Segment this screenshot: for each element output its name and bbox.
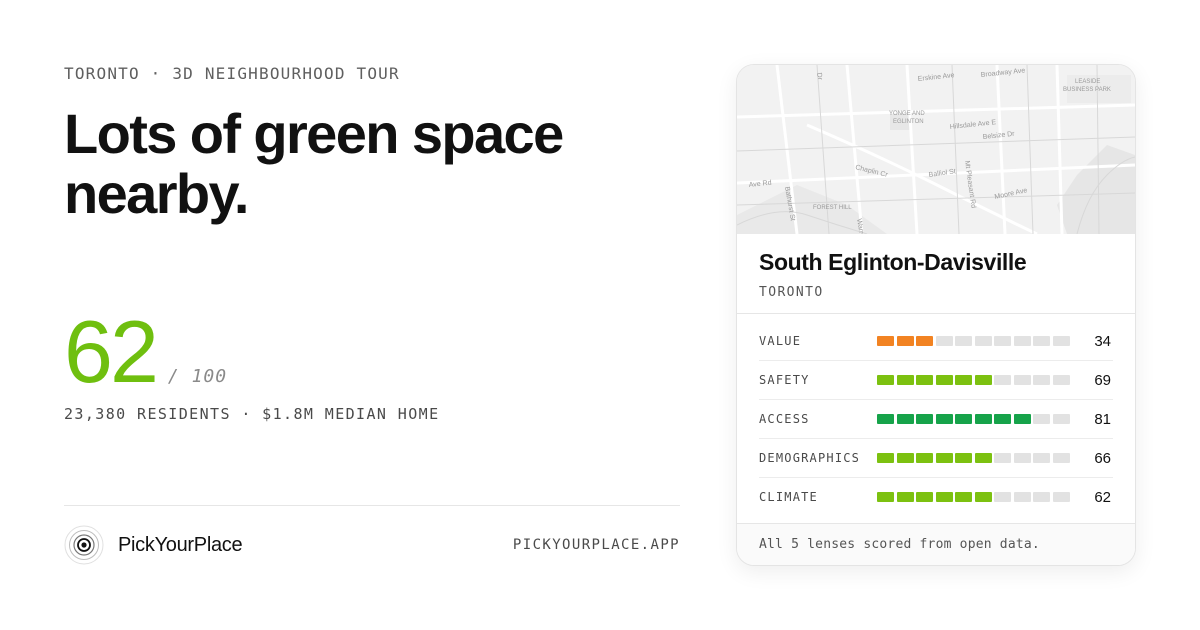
lens-bar-segment-empty <box>1013 336 1031 346</box>
divider <box>64 505 680 506</box>
map-label: FOREST HILL <box>813 205 852 211</box>
lens-bar-segment-filled <box>877 453 894 463</box>
lens-bar-segment-empty <box>1052 453 1070 463</box>
lens-bar-segment-filled <box>877 414 894 424</box>
lens-bar-segment-filled <box>896 453 914 463</box>
neighbourhood-name: South Eglinton-Davisville <box>759 249 1027 275</box>
lens-bar-segment-empty <box>994 453 1011 463</box>
lens-bar-segment-filled <box>916 414 933 424</box>
lens-bar-segment-empty <box>1052 492 1070 502</box>
lens-bar-segment-empty <box>1013 492 1031 502</box>
lens-bar-segment-filled <box>974 414 992 424</box>
brand-name: PickYourPlace <box>118 533 243 556</box>
lens-score-bar <box>877 492 1072 502</box>
lens-score: 66 <box>1094 449 1111 467</box>
lens-label: SAFETY <box>759 373 810 387</box>
lens-bar-segment-filled <box>955 375 972 385</box>
map-label: BUSINESS PARK <box>1063 87 1111 93</box>
lens-bar-segment-empty <box>994 492 1011 502</box>
neighbourhood-city: TORONTO <box>759 285 824 300</box>
lens-score: 62 <box>1094 488 1111 506</box>
lens-score: 69 <box>1094 371 1111 389</box>
lens-bar-segment-filled <box>974 375 992 385</box>
neighbourhood-card: Dr Erskine Ave Broadway Ave LEASIDE BUSI… <box>736 64 1136 566</box>
card-divider <box>737 313 1135 314</box>
lens-bar-segment-filled <box>877 336 894 346</box>
lens-bar-segment-empty <box>955 336 972 346</box>
lens-bar-segment-filled <box>916 453 933 463</box>
lens-row-climate: CLIMATE 62 <box>759 478 1113 516</box>
lens-bar-segment-filled <box>896 336 914 346</box>
neighbourhood-stats: 23,380 RESIDENTS · $1.8M MEDIAN HOME <box>64 405 440 423</box>
lens-bar-segment-empty <box>1013 453 1031 463</box>
lens-bar-segment-filled <box>955 453 972 463</box>
brand[interactable]: PickYourPlace <box>64 525 243 565</box>
card-footer: All 5 lenses scored from open data. <box>737 524 1135 565</box>
lens-label: DEMOGRAPHICS <box>759 451 861 465</box>
score-value: 62 <box>64 302 159 401</box>
lens-row-demographics: DEMOGRAPHICS 66 <box>759 439 1113 478</box>
lens-bar-segment-filled <box>1013 414 1031 424</box>
lens-score-bar <box>877 375 1072 385</box>
lens-row-access: ACCESS 81 <box>759 400 1113 439</box>
lens-label: VALUE <box>759 334 802 348</box>
lens-score-bar <box>877 336 1072 346</box>
lens-bar-segment-empty <box>1033 492 1050 502</box>
lens-bar-segment-filled <box>916 375 933 385</box>
card-footer-note: All 5 lenses scored from open data. <box>759 537 1040 552</box>
lens-bar-segment-empty <box>974 336 992 346</box>
lens-score: 34 <box>1094 332 1111 350</box>
score: 62 / 100 <box>64 304 227 400</box>
lens-bar-segment-filled <box>877 492 894 502</box>
pickyourplace-logo-icon <box>64 525 104 565</box>
lens-score: 81 <box>1094 410 1111 428</box>
lens-bar-segment-empty <box>1052 414 1070 424</box>
lens-bar-segment-empty <box>994 336 1011 346</box>
map-label: LEASIDE <box>1075 79 1100 85</box>
lens-row-safety: SAFETY 69 <box>759 361 1113 400</box>
lens-bar-segment-filled <box>974 453 992 463</box>
lens-list: VALUE 34 SAFETY 69 ACCESS 81 DEMOGRAPHIC… <box>759 322 1113 516</box>
lens-bar-segment-filled <box>896 414 914 424</box>
map-label: YONGE AND <box>889 111 925 117</box>
map-label: EGLINTON <box>893 119 924 125</box>
headline: Lots of green space nearby. <box>64 102 564 225</box>
lens-bar-segment-filled <box>877 375 894 385</box>
lens-label: ACCESS <box>759 412 810 426</box>
lens-bar-segment-empty <box>1033 453 1050 463</box>
lens-bar-segment-empty <box>994 375 1011 385</box>
lens-bar-segment-filled <box>974 492 992 502</box>
lens-bar-segment-filled <box>935 414 953 424</box>
lens-bar-segment-filled <box>916 492 933 502</box>
lens-bar-segment-filled <box>935 492 953 502</box>
score-out-of: / 100 <box>167 366 228 387</box>
lens-bar-segment-empty <box>1033 414 1050 424</box>
lens-bar-segment-filled <box>896 492 914 502</box>
lens-score-bar <box>877 414 1072 424</box>
map-thumbnail: Dr Erskine Ave Broadway Ave LEASIDE BUSI… <box>737 65 1135 234</box>
lens-bar-segment-filled <box>916 336 933 346</box>
lens-bar-segment-empty <box>1013 375 1031 385</box>
brand-url-link[interactable]: PICKYOURPLACE.APP <box>513 537 680 553</box>
lens-bar-segment-empty <box>1033 336 1050 346</box>
lens-bar-segment-filled <box>955 414 972 424</box>
lens-score-bar <box>877 453 1072 463</box>
lens-bar-segment-filled <box>935 453 953 463</box>
lens-row-value: VALUE 34 <box>759 322 1113 361</box>
lens-bar-segment-filled <box>994 414 1011 424</box>
lens-bar-segment-filled <box>935 375 953 385</box>
lens-bar-segment-empty <box>1052 375 1070 385</box>
lens-bar-segment-empty <box>1052 336 1070 346</box>
lens-bar-segment-filled <box>896 375 914 385</box>
lens-bar-segment-empty <box>935 336 953 346</box>
map-svg: Dr Erskine Ave Broadway Ave LEASIDE BUSI… <box>737 65 1135 234</box>
lens-bar-segment-filled <box>955 492 972 502</box>
eyebrow-label: TORONTO · 3D NEIGHBOURHOOD TOUR <box>64 64 400 83</box>
lens-bar-segment-empty <box>1033 375 1050 385</box>
lens-label: CLIMATE <box>759 490 818 504</box>
